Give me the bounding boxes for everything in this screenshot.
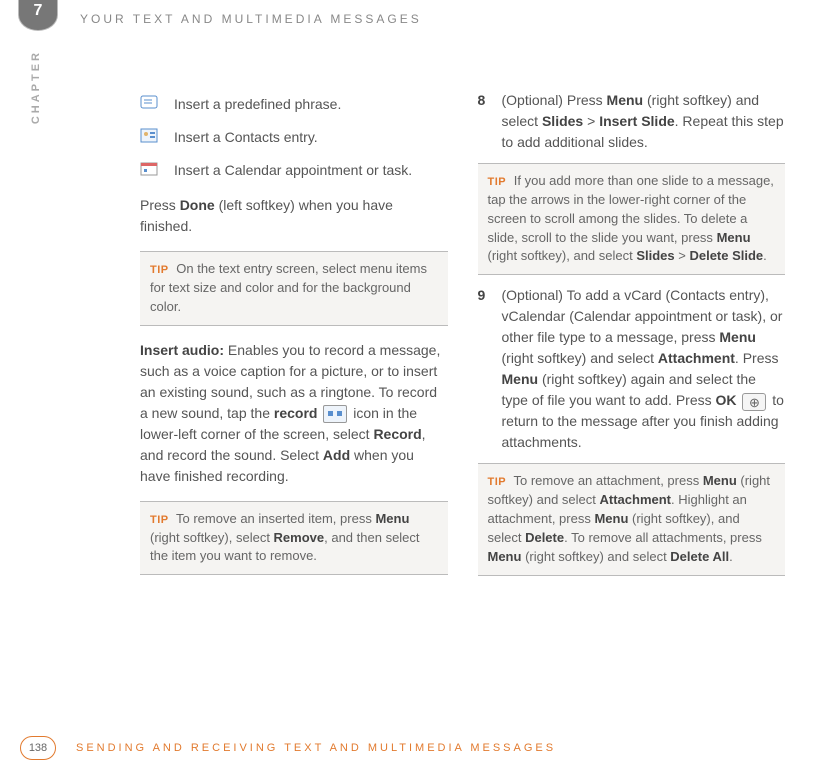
done-label: Done (180, 197, 215, 213)
text: (right softkey), and select (488, 248, 637, 263)
step-8: 8 (Optional) Press Menu (right softkey) … (478, 90, 786, 153)
delete-slide-label: Delete Slide (689, 248, 763, 263)
step-number: 9 (478, 285, 492, 453)
remove-label: Remove (274, 530, 325, 545)
text: > (675, 248, 690, 263)
tip-label: TIP (150, 264, 169, 276)
insert-contacts-text: Insert a Contacts entry. (174, 127, 318, 148)
ok-icon (742, 393, 766, 411)
menu-label: Menu (375, 511, 409, 526)
delete-all-label: Delete All (670, 549, 729, 564)
tip-label: TIP (150, 514, 169, 526)
text: (right softkey), select (150, 530, 274, 545)
header-title: YOUR TEXT AND MULTIMEDIA MESSAGES (80, 12, 422, 26)
footer-title: SENDING AND RECEIVING TEXT AND MULTIMEDI… (76, 742, 556, 754)
add-label: Add (323, 447, 350, 463)
text: . To remove all attachments, press (564, 530, 762, 545)
record-label: record (274, 405, 318, 421)
page: 7 YOUR TEXT AND MULTIMEDIA MESSAGES CHAP… (0, 0, 825, 782)
slides-label: Slides (636, 248, 674, 263)
tip-remove-item: TIP To remove an inserted item, press Me… (140, 501, 448, 576)
left-column: Insert a predefined phrase. Insert a Con… (140, 90, 448, 712)
menu-label: Menu (719, 329, 756, 345)
text: Press (140, 197, 180, 213)
text: . (729, 549, 733, 564)
text: . Press (735, 350, 779, 366)
step-9: 9 (Optional) To add a vCard (Contacts en… (478, 285, 786, 453)
contacts-icon (140, 127, 160, 145)
attachment-label: Attachment (600, 492, 672, 507)
slides-label: Slides (542, 113, 583, 129)
text: (Optional) Press (502, 92, 607, 108)
menu-label: Menu (703, 473, 737, 488)
insert-phrase-text: Insert a predefined phrase. (174, 94, 341, 115)
tip-label: TIP (488, 476, 507, 488)
menu-label: Menu (594, 511, 628, 526)
insert-calendar-text: Insert a Calendar appointment or task. (174, 160, 412, 181)
menu-label: Menu (717, 230, 751, 245)
footer: 138 SENDING AND RECEIVING TEXT AND MULTI… (20, 736, 785, 760)
insert-calendar-row: Insert a Calendar appointment or task. (140, 160, 448, 181)
text: . (763, 248, 767, 263)
record-label2: Record (373, 426, 421, 442)
tip-remove-attachment: TIP To remove an attachment, press Menu … (478, 463, 786, 575)
step-8-body: (Optional) Press Menu (right softkey) an… (502, 90, 786, 153)
text: (right softkey) and select (502, 350, 658, 366)
text: (right softkey) and select (521, 549, 670, 564)
insert-phrase-row: Insert a predefined phrase. (140, 94, 448, 115)
attachment-label: Attachment (658, 350, 735, 366)
phrase-icon (140, 94, 160, 112)
record-icon (323, 405, 347, 423)
calendar-icon (140, 160, 160, 178)
step-number: 8 (478, 90, 492, 153)
text: > (583, 113, 599, 129)
insert-audio-label: Insert audio: (140, 342, 224, 358)
right-column: 8 (Optional) Press Menu (right softkey) … (478, 90, 786, 712)
insert-slide-label: Insert Slide (599, 113, 674, 129)
menu-label: Menu (488, 549, 522, 564)
content-columns: Insert a predefined phrase. Insert a Con… (140, 90, 785, 712)
insert-audio-section: Insert audio: Enables you to record a me… (140, 340, 448, 487)
step-9-body: (Optional) To add a vCard (Contacts entr… (502, 285, 786, 453)
insert-contacts-row: Insert a Contacts entry. (140, 127, 448, 148)
press-done-text: Press Done (left softkey) when you have … (140, 195, 448, 237)
chapter-badge: 7 (18, 0, 58, 31)
tip-text: On the text entry screen, select menu it… (150, 261, 427, 314)
chapter-label-vertical: CHAPTER (30, 50, 42, 124)
text: To remove an inserted item, press (176, 511, 375, 526)
tip-slides: TIP If you add more than one slide to a … (478, 163, 786, 275)
page-number: 138 (20, 736, 56, 760)
menu-label: Menu (502, 371, 539, 387)
text: To remove an attachment, press (514, 473, 703, 488)
delete-label: Delete (525, 530, 564, 545)
menu-label: Menu (607, 92, 644, 108)
tip-label: TIP (488, 176, 507, 188)
ok-label: OK (716, 392, 737, 408)
tip-text-entry: TIP On the text entry screen, select men… (140, 251, 448, 326)
